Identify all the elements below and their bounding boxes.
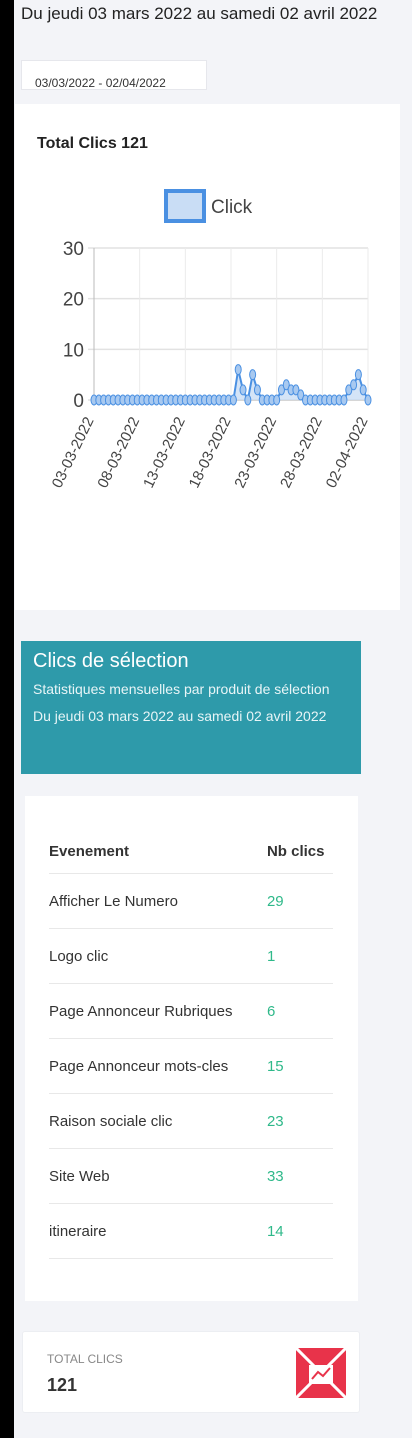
row-event: Site Web <box>49 1148 255 1204</box>
table-row: Page Annonceur mots-cles 15 <box>49 1038 333 1094</box>
section-title: Clics de sélection <box>33 650 189 672</box>
x-tick-label: 13-03-2022 <box>140 414 189 490</box>
data-point <box>253 384 261 396</box>
table-row: Logo clic 1 <box>49 928 333 984</box>
row-count: 15 <box>254 1038 333 1094</box>
page-title: Du jeudi 03 mars 2022 au samedi 02 avril… <box>21 4 378 23</box>
click-line-chart: 0 10 20 30 03-03-202208-03-202213-03-202218-… <box>49 189 372 491</box>
y-tick-label: 0 <box>73 391 84 412</box>
header-evenement: Evenement <box>49 829 255 874</box>
row-event: Page Annonceur mots-cles <box>49 1038 255 1094</box>
data-point <box>249 369 257 381</box>
row-count: 6 <box>254 983 333 1039</box>
row-event: Raison sociale clic <box>49 1093 255 1149</box>
data-point <box>359 384 367 396</box>
table-row: itineraire 14 <box>49 1203 333 1259</box>
x-tick-label: 08-03-2022 <box>94 414 143 490</box>
table-row: Afficher Le Numero 29 <box>49 873 333 929</box>
data-point <box>229 394 237 406</box>
x-tick-label: 28-03-2022 <box>277 414 326 490</box>
legend-label: Click <box>211 197 253 218</box>
row-count: 1 <box>254 928 333 984</box>
date-range-picker[interactable]: 03/03/2022 - 02/04/2022 <box>21 60 207 90</box>
y-tick-label: 10 <box>63 340 84 361</box>
data-point <box>340 394 348 406</box>
selection-banner: Clics de sélection Statistiques mensuell… <box>21 641 361 774</box>
row-event: Afficher Le Numero <box>49 873 255 929</box>
legend-swatch <box>164 189 206 223</box>
total-label: TOTAL CLICS <box>47 1352 123 1366</box>
data-point <box>234 364 242 376</box>
header-nb-clics: Nb clics <box>254 829 333 874</box>
x-tick-label: 02-04-2022 <box>323 414 372 490</box>
left-edge-bar <box>0 0 14 1438</box>
total-clicks-card: TOTAL CLICS 121 <box>22 1331 360 1413</box>
chart-icon <box>296 1348 346 1398</box>
table-row: Page Annonceur Rubriques 6 <box>49 983 333 1039</box>
table-row: Raison sociale clic 23 <box>49 1093 333 1149</box>
data-point <box>273 394 281 406</box>
total-value: 121 <box>47 1375 78 1395</box>
data-point <box>239 384 247 396</box>
table-header-row: Evenement Nb clics <box>49 829 333 874</box>
row-count: 23 <box>254 1093 333 1149</box>
data-point <box>354 369 362 381</box>
y-tick-label: 30 <box>63 239 84 260</box>
section-subtitle: Statistiques mensuelles par produit de s… <box>33 681 330 724</box>
row-count: 14 <box>254 1203 333 1259</box>
row-event: itineraire <box>49 1203 255 1259</box>
table-row: Site Web 33 <box>49 1148 333 1204</box>
row-event: Logo clic <box>49 928 255 984</box>
y-tick-label: 20 <box>63 290 84 311</box>
row-count: 33 <box>254 1148 333 1204</box>
data-point <box>244 394 252 406</box>
data-point <box>350 379 358 391</box>
x-tick-label: 23-03-2022 <box>231 414 280 490</box>
chart-card: Total Clics 121 0 10 20 30 03-03-2022 08-03-2… <box>15 104 400 610</box>
x-tick-label: 03-03-2022 <box>49 414 98 490</box>
x-tick-label: 18-03-2022 <box>186 414 235 490</box>
clicks-table: Evenement Nb clics Afficher Le Numero 29 … <box>49 829 333 1259</box>
data-point <box>364 394 372 406</box>
clicks-table-card: Evenement Nb clics Afficher Le Numero 29 … <box>25 796 358 1301</box>
row-count: 29 <box>254 873 333 929</box>
row-event: Page Annonceur Rubriques <box>49 983 255 1039</box>
